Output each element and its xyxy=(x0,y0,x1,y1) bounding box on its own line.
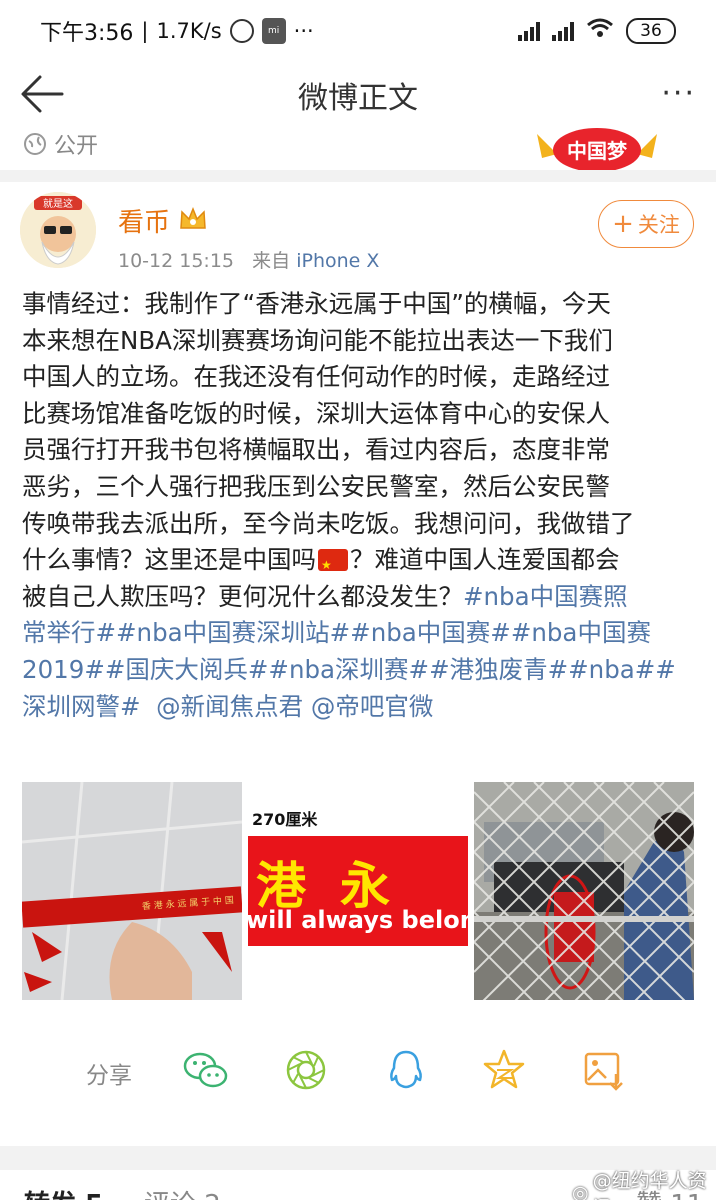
status-time: 下午3:56 xyxy=(40,21,134,46)
china-dream-badge: 中国梦 xyxy=(532,128,662,170)
more-options-icon[interactable]: ··· xyxy=(661,76,696,111)
plus-icon: + xyxy=(612,209,634,239)
watermark-text: @纽约华人资讯 xyxy=(592,1170,707,1200)
avatar-text: 就是这 xyxy=(43,197,73,210)
post-image-3[interactable] xyxy=(474,782,694,1000)
previous-post-strip: 公开 中国梦 xyxy=(0,128,716,170)
weibo-logo-icon: ◎ xyxy=(572,1182,589,1200)
follow-label: 关注 xyxy=(637,213,680,237)
author-name[interactable]: 看币 xyxy=(118,202,170,239)
signal-icon-2 xyxy=(552,21,574,41)
source-prefix: 来自 xyxy=(252,250,291,272)
hashtag-link[interactable]: 深圳网警# xyxy=(22,692,141,721)
tab-comment[interactable]: 评论 2 xyxy=(144,1184,221,1200)
post-image-1[interactable]: 香 港 永 远 属 于 中 国 xyxy=(22,782,242,1000)
qq-icon[interactable] xyxy=(382,1046,430,1094)
moments-icon[interactable] xyxy=(282,1046,330,1094)
avatar[interactable]: 就是这 xyxy=(20,192,96,268)
post-text-line: 深圳网警# @新闻焦点君 @帝吧官微 xyxy=(22,689,696,726)
mention-link[interactable]: @帝吧官微 xyxy=(311,692,434,721)
wifi-icon xyxy=(586,17,614,45)
badge-text: 中国梦 xyxy=(567,139,628,163)
network-speed: 1.7K/s xyxy=(156,19,222,43)
banner-dimension-text: 270厘米 xyxy=(252,810,318,829)
qzone-icon[interactable] xyxy=(480,1046,528,1094)
post-text-segment: 被自己人欺压吗？更何况什么都没发生？ xyxy=(22,581,463,611)
post-text-line: 恶劣，三个人强行把我压到公安民警室，然后公安民警 xyxy=(22,471,610,501)
post-text-line: 中国人的立场。在我还没有任何动作的时候，走路经过 xyxy=(22,362,610,392)
post-text-line: 什么事情？这里还是中国吗 ？难道中国人连爱国都会 xyxy=(22,542,696,584)
more-notifications-icon: ··· xyxy=(293,19,314,43)
hashtag-link[interactable]: 2019##国庆大阅兵##nba深圳赛##港独废青##nba## xyxy=(22,652,696,689)
back-arrow-icon[interactable] xyxy=(18,72,66,116)
share-bar: 分享 xyxy=(0,1040,716,1104)
visibility-label: 公开 xyxy=(54,134,99,159)
page-title: 微博正文 xyxy=(298,81,418,116)
wechat-icon[interactable] xyxy=(182,1046,230,1094)
banner-preview: 港永 will always belon xyxy=(248,836,468,946)
mention-link[interactable]: @新闻焦点君 xyxy=(156,692,303,721)
nav-bar: 微博正文 ··· xyxy=(0,62,716,128)
watermark: ◎ @纽约华人资讯 xyxy=(572,1166,716,1200)
status-separator: | xyxy=(141,19,149,43)
globe-icon xyxy=(24,133,46,155)
post-body: 事情经过：我制作了“香港永远属于中国”的横幅，今天 本来想在NBA深圳赛赛场询问… xyxy=(22,286,696,725)
alarm-icon xyxy=(229,19,254,43)
post-text-line: 被自己人欺压吗？更何况什么都没发生？#nba中国赛照 xyxy=(22,579,696,616)
post-text-segment: 什么事情？这里还是中国吗 xyxy=(22,545,316,575)
post-text-segment: ？难道中国人连爱国都会 xyxy=(350,545,620,575)
mi-app-icon: mi xyxy=(261,18,286,44)
post-text-line: 事情经过：我制作了“香港永远属于中国”的横幅，今天 xyxy=(22,289,611,318)
share-label: 分享 xyxy=(86,1063,132,1089)
follow-button[interactable]: + 关注 xyxy=(598,200,694,248)
post-source[interactable]: iPhone X xyxy=(296,250,379,272)
post-meta: 10-12 15:15 来自 iPhone X xyxy=(118,246,379,273)
hashtag-link[interactable]: #nba中国赛照 xyxy=(463,582,628,611)
post-text-line: 比赛场馆准备吃饭的时候，深圳大运体育中心的安保人 xyxy=(22,398,610,428)
post-image-2[interactable]: 270厘米 港永 will always belon xyxy=(248,782,468,1000)
post-text-line: 员强行打开我书包将横幅取出，看过内容后，态度非常 xyxy=(22,435,610,465)
tab-repost[interactable]: 转发 5 xyxy=(24,1184,103,1200)
banner-english-text: will always belon xyxy=(248,906,468,934)
save-image-icon[interactable] xyxy=(580,1046,628,1094)
china-flag-icon xyxy=(318,547,348,584)
signal-icon xyxy=(518,21,540,41)
post-text-line: 传唤带我去派出所，至今尚未吃饭。我想问问，我做错了 xyxy=(22,508,635,538)
vip-crown-icon xyxy=(178,206,208,232)
status-bar: 下午3:56 | 1.7K/s mi ··· 36 xyxy=(0,0,716,62)
post-timestamp: 10-12 15:15 xyxy=(118,250,235,272)
post-text-line: 本来想在NBA深圳赛赛场询问能不能拉出表达一下我们 xyxy=(22,325,613,355)
visibility-indicator: 公开 xyxy=(22,128,98,160)
hashtag-link[interactable]: 常举行##nba中国赛深圳站##nba中国赛##nba中国赛 xyxy=(22,615,696,652)
battery-icon: 36 xyxy=(626,18,676,44)
author-row: 就是这 看币 10-12 15:15 来自 iPhone X + 关注 xyxy=(0,182,716,282)
section-divider xyxy=(0,170,716,182)
